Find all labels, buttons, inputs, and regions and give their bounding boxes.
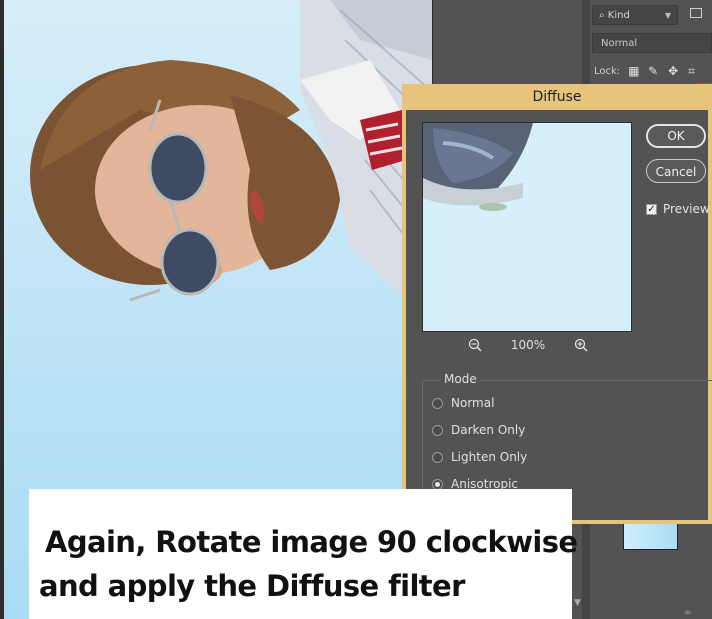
- mode-option-label: Lighten Only: [451, 450, 528, 464]
- lock-row: Lock: ▦ ✎ ✥ ⌗: [594, 63, 700, 79]
- preview-checkbox[interactable]: ✓: [646, 203, 657, 215]
- filter-preview[interactable]: [422, 122, 632, 332]
- zoom-level: 100%: [510, 338, 546, 352]
- mode-label: Mode: [440, 372, 481, 386]
- ok-button[interactable]: OK: [646, 124, 706, 148]
- radio-button[interactable]: [432, 397, 443, 409]
- brush-icon[interactable]: ✎: [648, 65, 660, 77]
- mode-option-label: Darken Only: [451, 423, 526, 437]
- zoom-in-icon[interactable]: [574, 338, 588, 352]
- link-layers-icon[interactable]: ∞: [684, 608, 692, 618]
- caption-line-1: Again, Rotate image 90 clockwise: [45, 525, 578, 559]
- preview-image: [423, 123, 631, 331]
- scroll-down-icon[interactable]: ▼: [574, 598, 581, 608]
- kind-filter-label: Kind: [607, 10, 630, 21]
- lock-transparency-icon[interactable]: ▦: [628, 65, 640, 77]
- instruction-caption: Again, Rotate image 90 clockwise and app…: [29, 489, 578, 619]
- caption-line-2: and apply the Diffuse filter: [39, 569, 465, 603]
- artboard-icon[interactable]: ⌗: [688, 65, 700, 77]
- image-filter-icon[interactable]: [690, 8, 702, 18]
- search-icon: ⌕: [599, 10, 608, 21]
- diffuse-dialog: Diffuse OK Cancel ✓ Preview 100% Mode No…: [402, 84, 712, 531]
- radio-button[interactable]: [432, 424, 443, 436]
- lock-label: Lock:: [594, 65, 621, 77]
- cancel-button[interactable]: Cancel: [646, 159, 706, 183]
- move-icon[interactable]: ✥: [668, 65, 680, 77]
- mode-option-label: Normal: [451, 396, 495, 410]
- kind-filter-select[interactable]: ⌕ Kind ▼: [592, 5, 678, 25]
- radio-button[interactable]: [432, 451, 443, 463]
- blend-mode-select[interactable]: Normal: [592, 33, 712, 53]
- canvas-edge: [0, 0, 4, 619]
- mode-radio-normal[interactable]: Normal: [432, 396, 494, 410]
- zoom-out-icon[interactable]: [468, 338, 482, 352]
- dialog-title[interactable]: Diffuse: [402, 84, 712, 110]
- zoom-controls: 100%: [468, 338, 588, 352]
- radio-button-selected[interactable]: [432, 478, 443, 490]
- preview-label: Preview: [663, 202, 710, 216]
- chevron-down-icon: ▼: [664, 11, 671, 20]
- mode-radio-lighten-only[interactable]: Lighten Only: [432, 450, 527, 464]
- preview-checkbox-row[interactable]: ✓ Preview: [646, 202, 710, 216]
- mode-radio-darken-only[interactable]: Darken Only: [432, 423, 525, 437]
